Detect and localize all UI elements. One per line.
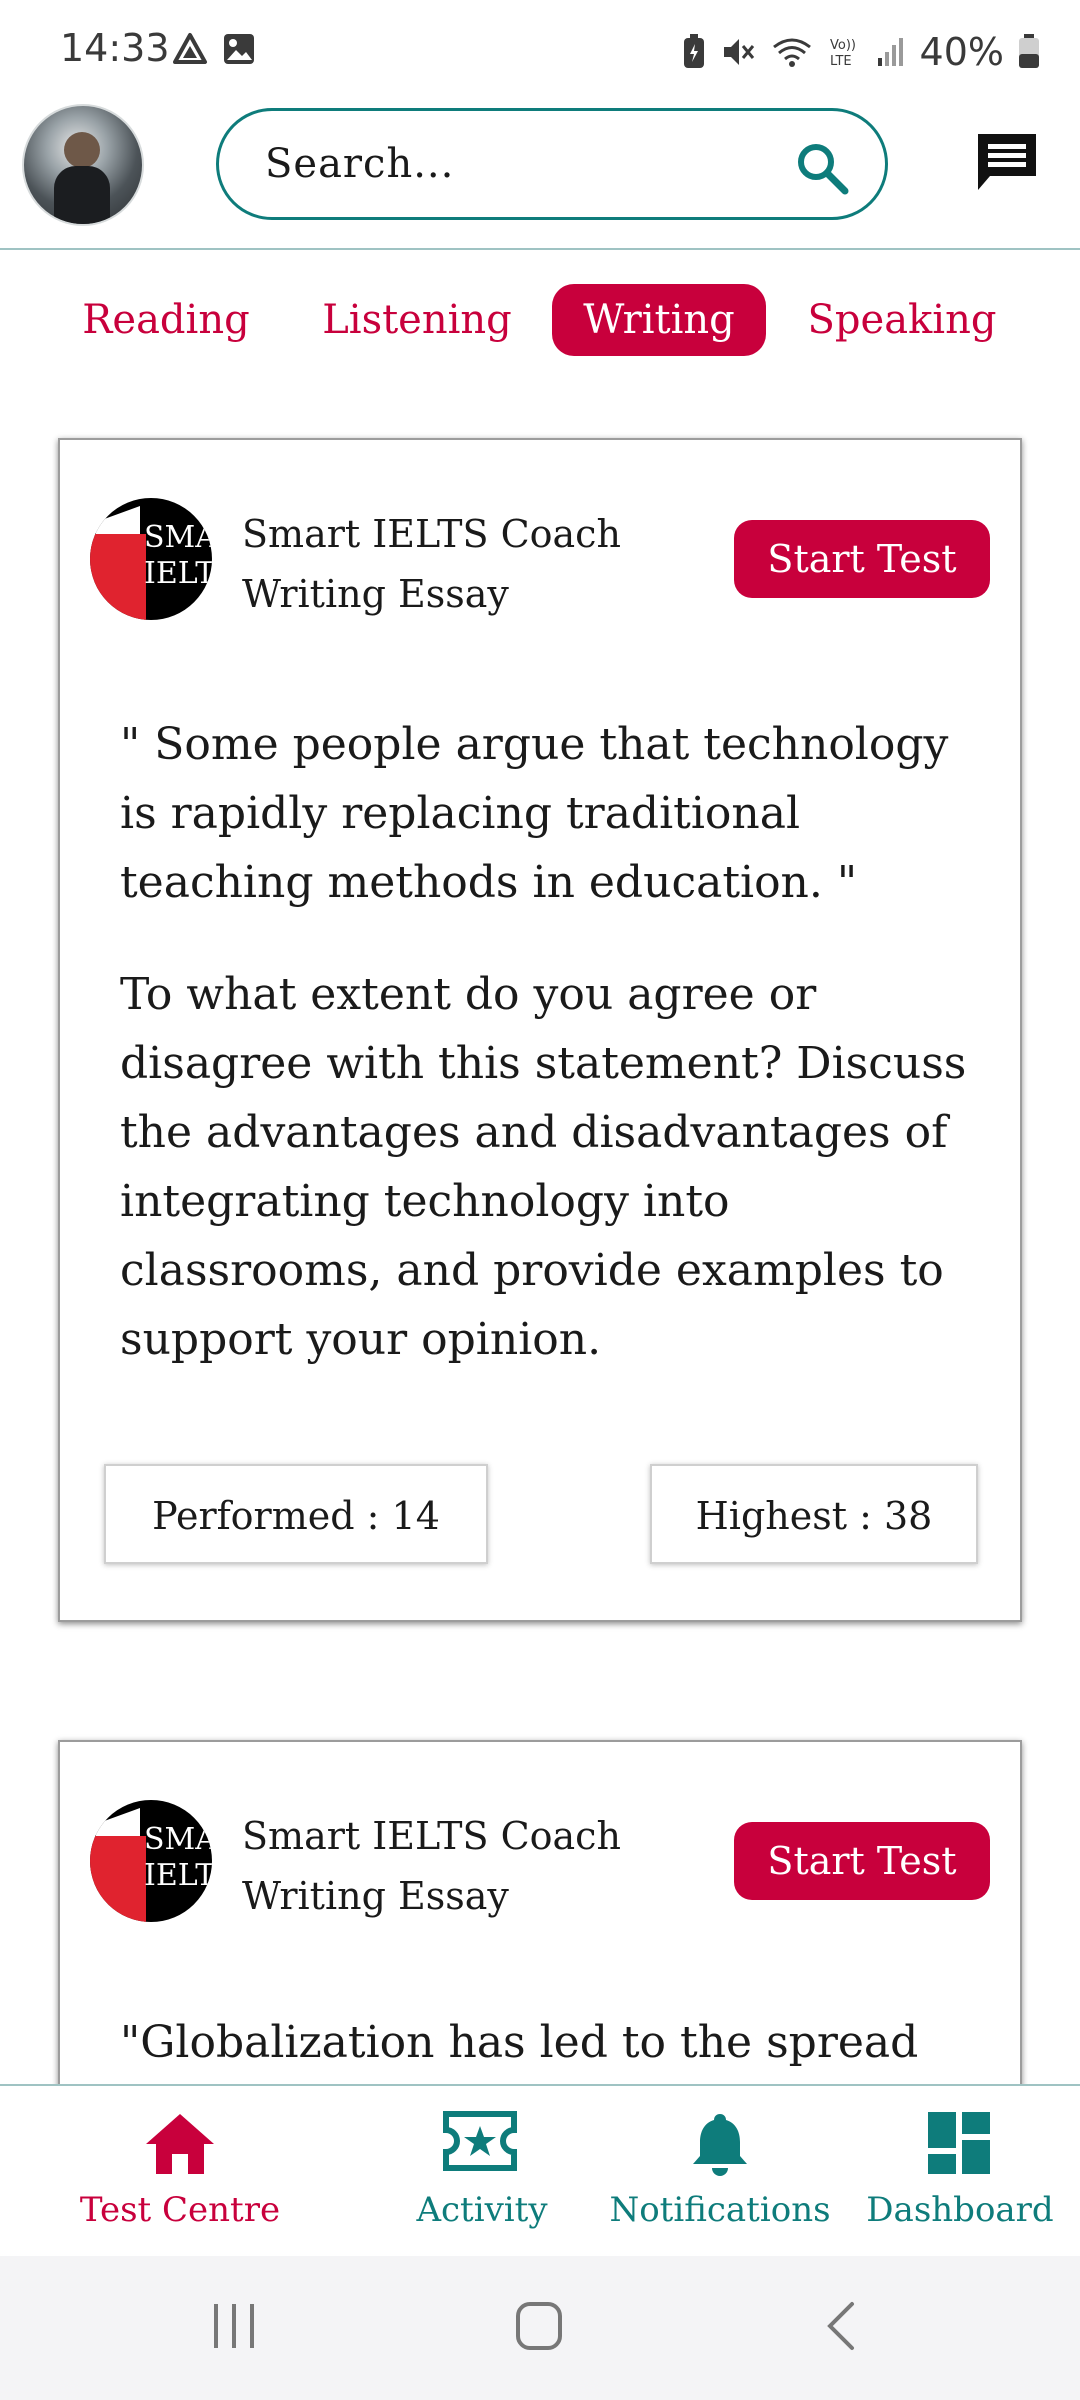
nav-label: Test Centre: [79, 2190, 281, 2230]
essay-quote: "Globalization has led to the spread: [120, 2017, 919, 2068]
volte-icon: Vo)) LTE: [830, 38, 856, 69]
avatar[interactable]: [22, 104, 144, 226]
app-screen: 14:33 Vo)) LTE 40% Search... Reading Lis…: [0, 0, 1080, 2400]
bell-icon: [693, 2114, 747, 2176]
logo-text-bottom: IELT: [144, 1858, 212, 1893]
tab-speaking[interactable]: Speaking: [800, 284, 1004, 356]
gallery-icon: [224, 34, 254, 64]
svg-text:Vo)): Vo)): [830, 38, 856, 53]
performed-count: Performed : 14: [104, 1464, 488, 1564]
tab-writing[interactable]: Writing: [552, 284, 766, 356]
nav-dashboard[interactable]: Dashboard: [860, 2086, 1060, 2258]
battery-percentage: 40%: [919, 30, 1004, 74]
ticket-star-icon: [443, 2111, 517, 2171]
bottom-navigation: Test Centre Activity Notifications Dashb…: [0, 2084, 1080, 2256]
logo-text-top: SMA: [144, 520, 212, 555]
logo-text-top: SMA: [144, 1822, 212, 1857]
essay-quote: " Some people argue that technology is r…: [120, 719, 949, 908]
card-title-line1: Smart IELTS Coach: [242, 512, 621, 556]
category-tabs: Reading Listening Writing Speaking: [0, 250, 1080, 390]
back-icon[interactable]: [822, 2300, 858, 2352]
drive-icon: [173, 33, 207, 64]
nav-label: Activity: [416, 2190, 548, 2230]
home-button-icon[interactable]: [514, 2300, 564, 2352]
home-icon: [146, 2114, 214, 2174]
nav-label: Notifications: [609, 2190, 831, 2230]
mute-icon: [723, 39, 754, 65]
top-app-bar: Search...: [0, 100, 1080, 250]
dashboard-icon: [928, 2112, 990, 2174]
card-title: Smart IELTS Coach Writing Essay: [242, 1806, 621, 1926]
essay-question: To what extent do you agree or disagree …: [120, 969, 967, 1365]
card-title-line1: Smart IELTS Coach: [242, 1814, 621, 1858]
status-time: 14:33: [60, 26, 170, 70]
search-placeholder: Search...: [265, 141, 455, 187]
coach-logo: SMA IELT: [90, 498, 212, 620]
card-title-line2: Writing Essay: [242, 572, 509, 616]
nav-activity[interactable]: Activity: [382, 2086, 582, 2258]
battery-icon: [1019, 34, 1039, 68]
coach-logo: SMA IELT: [90, 1800, 212, 1922]
nav-test-centre[interactable]: Test Centre: [60, 2086, 300, 2258]
chat-icon[interactable]: [974, 130, 1040, 194]
start-test-button[interactable]: Start Test: [734, 1822, 990, 1900]
svg-text:LTE: LTE: [830, 54, 852, 69]
tab-listening[interactable]: Listening: [312, 284, 522, 356]
nav-notifications[interactable]: Notifications: [600, 2086, 840, 2258]
start-test-button[interactable]: Start Test: [734, 520, 990, 598]
card-title-line2: Writing Essay: [242, 1874, 509, 1918]
battery-saver-icon: [683, 34, 704, 68]
card-title: Smart IELTS Coach Writing Essay: [242, 504, 621, 624]
status-left-icons: [172, 32, 256, 66]
nav-label: Dashboard: [866, 2190, 1054, 2230]
search-icon[interactable]: [795, 141, 849, 195]
system-navigation-bar: [0, 2256, 1080, 2400]
highest-score: Highest : 38: [650, 1464, 978, 1564]
logo-text-bottom: IELT: [144, 556, 212, 591]
search-input[interactable]: Search...: [216, 108, 888, 220]
wifi-calling-icon: [772, 38, 811, 67]
status-bar: 14:33 Vo)) LTE 40%: [0, 0, 1080, 100]
status-right-icons: Vo)) LTE 40%: [682, 30, 1040, 74]
recent-apps-icon[interactable]: [210, 2300, 260, 2352]
test-card: SMA IELT Smart IELTS Coach Writing Essay…: [58, 438, 1022, 1622]
signal-icon: [877, 38, 903, 66]
tab-reading[interactable]: Reading: [66, 284, 266, 356]
